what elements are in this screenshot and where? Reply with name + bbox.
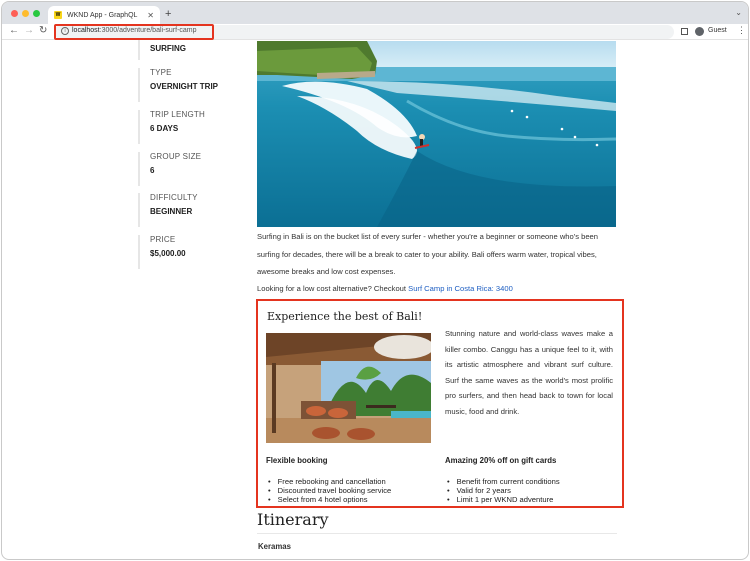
forward-arrow-icon[interactable]: → xyxy=(24,25,34,36)
meta-activity: SURFING xyxy=(138,40,186,60)
meta-difficulty-value: BEGINNER xyxy=(150,207,193,216)
promo-description: Stunning nature and world-class waves ma… xyxy=(445,329,613,416)
meta-group-size-label: GROUP SIZE xyxy=(150,152,202,161)
browser-window: W WKND App - GraphQL ✕ + ⌄ ← → ↻ i local… xyxy=(1,1,749,560)
meta-trip-length-label: TRIP LENGTH xyxy=(150,110,205,119)
url-host: localhost xyxy=(72,27,100,34)
url-path: :3000/adventure/bali-surf-camp xyxy=(99,27,197,34)
profile-label[interactable]: Guest xyxy=(708,27,727,34)
meta-price-label: PRICE xyxy=(150,235,176,244)
villa-pool-image xyxy=(266,333,431,443)
new-tab-icon[interactable]: + xyxy=(165,8,171,20)
list-item: Limit 1 per WKND adventure xyxy=(445,495,560,504)
list-item: Benefit from current conditions xyxy=(445,477,560,486)
close-tab-icon[interactable]: ✕ xyxy=(147,11,154,20)
meta-trip-length: TRIP LENGTH 6 DAYS xyxy=(138,110,205,144)
minimize-window-button[interactable] xyxy=(22,10,29,17)
itinerary-divider xyxy=(257,533,617,534)
gift-cards-list: Benefit from current conditions Valid fo… xyxy=(445,477,560,505)
promo-title: Experience the best of Bali! xyxy=(267,310,423,323)
meta-difficulty: DIFFICULTY BEGINNER xyxy=(138,193,198,227)
tab-search-chevron-icon[interactable]: ⌄ xyxy=(735,8,742,17)
list-item: Discounted travel booking service xyxy=(266,486,392,495)
close-window-button[interactable] xyxy=(11,10,18,17)
profile-avatar-icon[interactable] xyxy=(695,27,704,36)
meta-trip-length-value: 6 DAYS xyxy=(150,124,179,133)
hero-surf-image xyxy=(257,41,616,227)
meta-activity-value: SURFING xyxy=(150,44,186,53)
gift-cards-heading: Amazing 20% off on gift cards xyxy=(445,456,557,465)
itinerary-heading: Itinerary xyxy=(257,510,329,529)
list-item: Select from 4 hotel options xyxy=(266,495,391,504)
meta-group-size-value: 6 xyxy=(150,166,155,175)
browser-menu-icon[interactable]: ⋮ xyxy=(737,25,746,36)
flexible-booking-heading: Flexible booking xyxy=(266,456,328,465)
side-panel-icon[interactable] xyxy=(681,28,688,35)
alternative-line: Looking for a low cost alternative? Chec… xyxy=(257,280,619,298)
list-item: Free rebooking and cancellation xyxy=(266,477,391,486)
flexible-booking-list: Free rebooking and cancellation Discount… xyxy=(266,477,392,505)
wknd-favicon-icon: W xyxy=(54,11,62,19)
meta-type-value: OVERNIGHT TRIP xyxy=(150,82,219,91)
alternative-prefix: Looking for a low cost alternative? Chec… xyxy=(257,284,409,293)
promo-highlight-box: Experience the best of Bali! Stunning na… xyxy=(256,299,624,508)
meta-price-value: $5,000.00 xyxy=(150,249,186,258)
back-arrow-icon[interactable]: ← xyxy=(9,25,19,36)
itinerary-first-day: Keramas xyxy=(258,542,291,551)
meta-type: TYPE OVERNIGHT TRIP xyxy=(138,68,218,102)
reload-icon[interactable]: ↻ xyxy=(39,25,47,36)
costa-rica-link[interactable]: Surf Camp in Costa Rica: 3400 xyxy=(408,284,513,293)
list-item: Valid for 2 years xyxy=(445,486,560,495)
meta-type-label: TYPE xyxy=(150,68,172,77)
meta-price: PRICE $5,000.00 xyxy=(138,235,186,269)
url-text[interactable]: localhost:3000/adventure/bali-surf-camp xyxy=(72,27,197,34)
adventure-description: Surfing in Bali is on the bucket list of… xyxy=(257,232,599,276)
meta-group-size: GROUP SIZE 6 xyxy=(138,152,201,186)
browser-toolbar: ← → ↻ i localhost:3000/adventure/bali-su… xyxy=(2,24,748,40)
meta-difficulty-label: DIFFICULTY xyxy=(150,193,198,202)
site-info-icon[interactable]: i xyxy=(61,27,69,35)
tab-title: WKND App - GraphQL xyxy=(67,11,138,19)
maximize-window-button[interactable] xyxy=(33,10,40,17)
browser-tab-active[interactable]: W WKND App - GraphQL ✕ xyxy=(48,6,160,24)
tab-strip: W WKND App - GraphQL ✕ + ⌄ xyxy=(2,2,748,24)
